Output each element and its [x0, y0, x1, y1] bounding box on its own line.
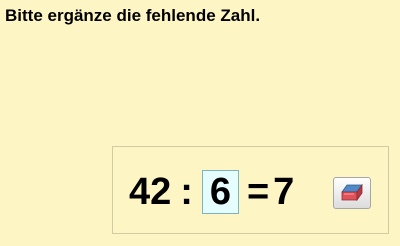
eraser-icon — [338, 182, 366, 204]
result: 7 — [273, 171, 295, 213]
answer-input[interactable]: 6 — [201, 170, 239, 214]
dividend: 42 — [129, 171, 172, 213]
equals-sign: = — [246, 171, 270, 213]
instruction-text: Bitte ergänze die fehlende Zahl. — [5, 6, 261, 25]
equation: 42 : 6 = 7 — [129, 168, 294, 216]
eraser-button[interactable] — [333, 177, 371, 209]
task-panel: 42 : 6 = 7 — [112, 146, 389, 234]
division-operator: : — [180, 171, 193, 213]
